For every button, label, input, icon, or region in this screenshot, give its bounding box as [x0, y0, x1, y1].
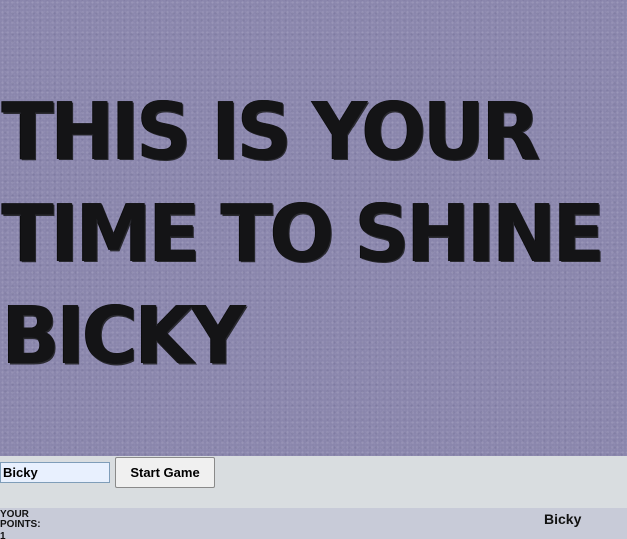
- points-label: YOUR POINTS:: [0, 509, 41, 530]
- player-name-input[interactable]: [0, 462, 110, 483]
- game-screen: THIS IS YOUR TIME TO SHINE BICKY Start G…: [0, 0, 627, 539]
- hero-banner: THIS IS YOUR TIME TO SHINE BICKY: [0, 0, 627, 456]
- hero-text-line-1: THIS IS YOUR: [2, 84, 541, 179]
- game-controls: Start Game: [0, 456, 627, 508]
- start-game-button[interactable]: Start Game: [115, 457, 215, 488]
- points-value: 1: [0, 531, 6, 539]
- score-bar: YOUR POINTS: 1 Bicky: [0, 508, 627, 539]
- hero-text-line-2: TIME TO SHINE: [2, 186, 605, 281]
- hero-text-line-3: BICKY: [2, 288, 246, 383]
- player-name-display: Bicky: [544, 511, 582, 527]
